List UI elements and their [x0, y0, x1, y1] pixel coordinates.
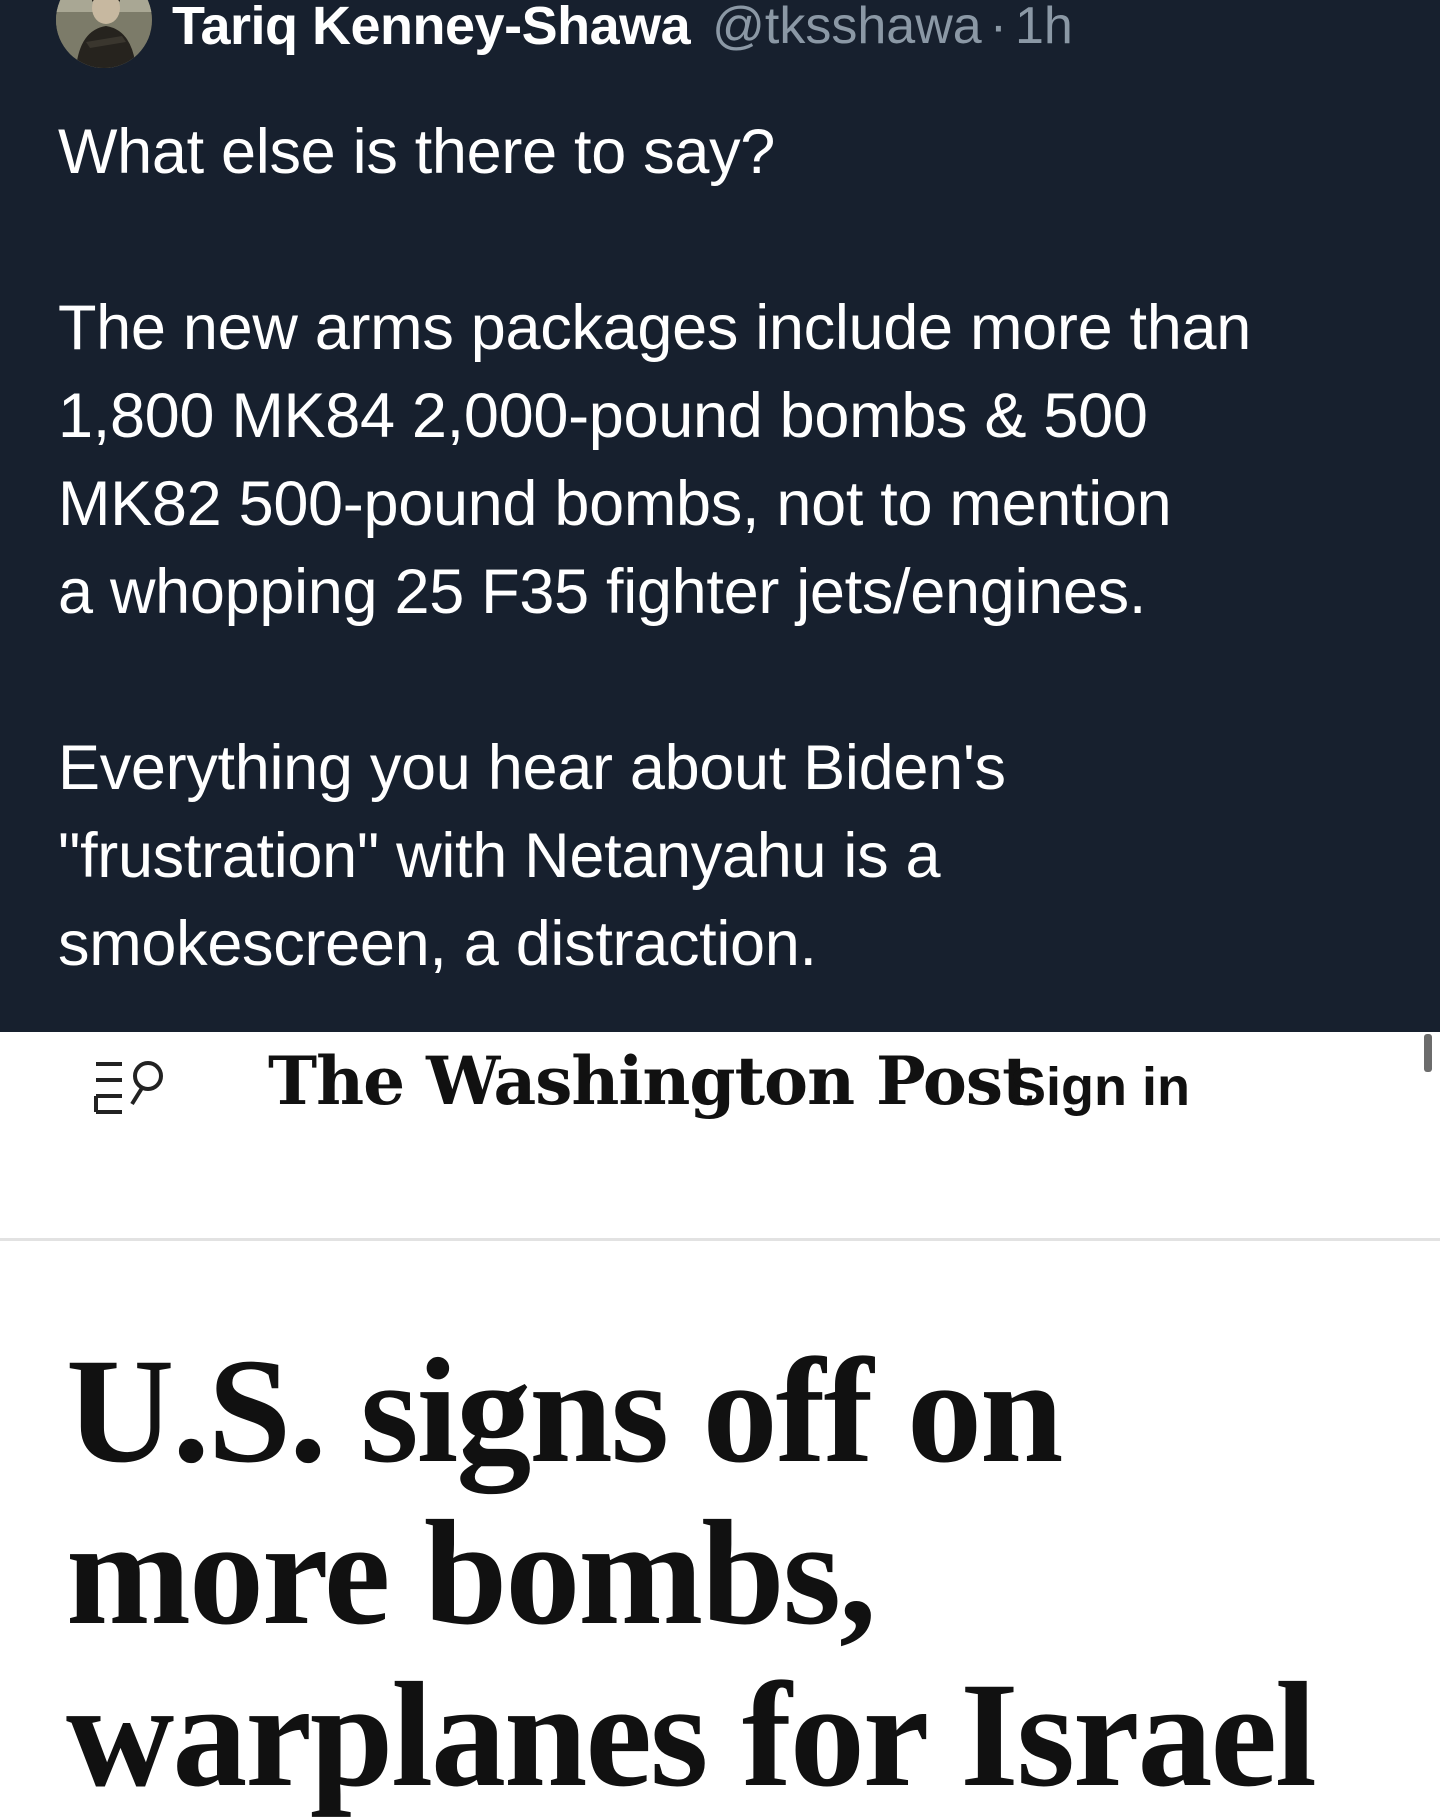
avatar-image — [56, 0, 152, 68]
tweet-timestamp[interactable]: 1h — [1015, 0, 1073, 56]
headline-text: U.S. signs off on more bombs, warplanes … — [66, 1328, 1317, 1818]
author-handle[interactable]: @tksshawa — [712, 0, 982, 56]
article-headline[interactable]: U.S. signs off on more bombs, warplanes … — [66, 1330, 1406, 1816]
tweet-header: Tariq Kenney-Shawa @tksshawa · 1h — [56, 0, 1073, 80]
separator-dot: · — [989, 0, 1008, 55]
tweet-paragraph: Everything you hear about Biden's "frust… — [58, 733, 1006, 979]
tweet-text: What else is there to say? The new arms … — [58, 108, 1398, 988]
sign-in-link[interactable]: Sign in — [1010, 1056, 1190, 1118]
tweet-card: Tariq Kenney-Shawa @tksshawa · 1h What e… — [0, 0, 1440, 1032]
publication-header: The Washington Post Sign in — [0, 1032, 1440, 1241]
publication-logo[interactable]: The Washington Post — [268, 1042, 1033, 1120]
author-avatar[interactable] — [56, 0, 152, 68]
header-divider — [0, 1238, 1440, 1241]
scrollbar-thumb[interactable] — [1424, 1034, 1432, 1072]
menu-search-icon[interactable] — [92, 1054, 176, 1118]
tweet-paragraph: What else is there to say? — [58, 117, 776, 187]
author-name[interactable]: Tariq Kenney-Shawa — [172, 0, 691, 57]
tweet-paragraph: The new arms packages include more than … — [58, 293, 1251, 627]
